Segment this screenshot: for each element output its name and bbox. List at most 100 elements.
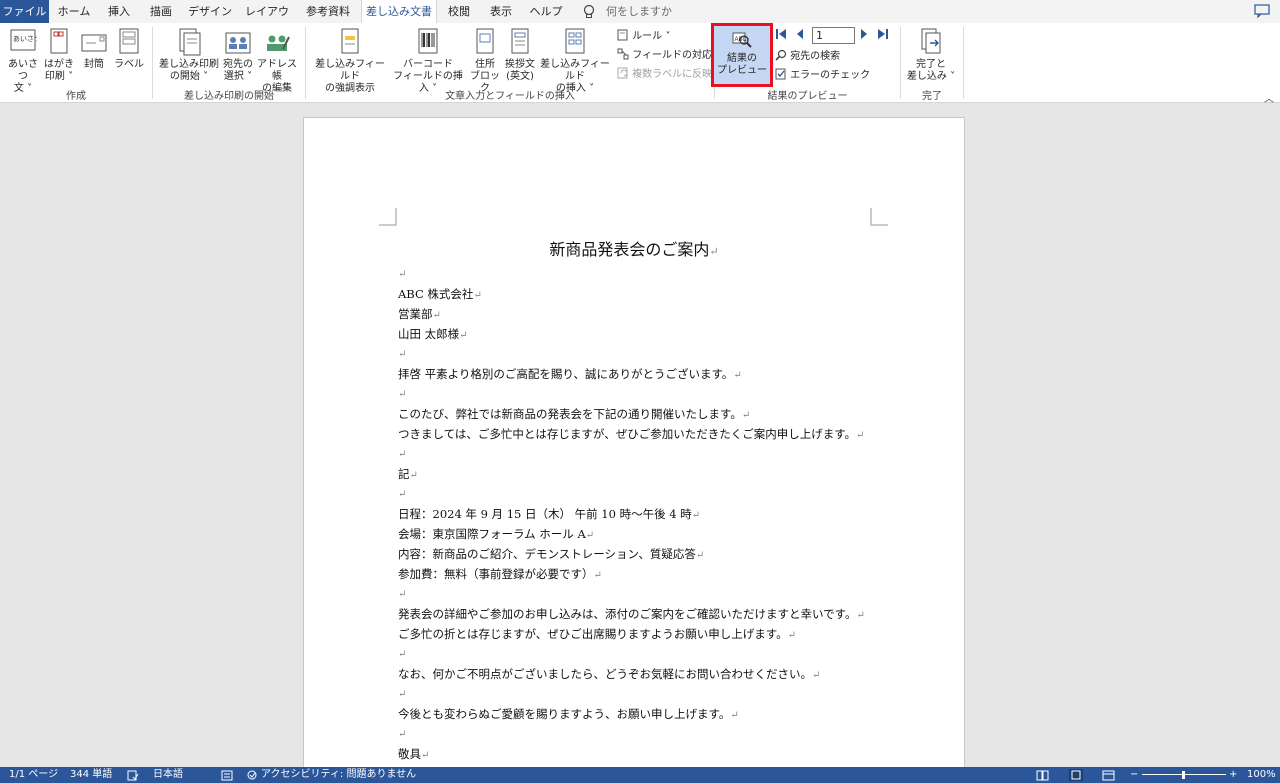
document-title: 新商品発表会のご案内↵ bbox=[549, 240, 719, 259]
crop-mark-right bbox=[870, 208, 888, 226]
select-recipients-button[interactable]: 宛先の 選択 ˅ bbox=[220, 27, 256, 83]
insert-merge-field-button[interactable]: 差し込みフィールド の挿入 ˅ bbox=[537, 27, 613, 95]
preview-results-button[interactable]: ABC 結果の プレビュー bbox=[711, 23, 773, 87]
highlight-merge-fields-button[interactable]: 差し込みフィールド の強調表示 bbox=[311, 27, 389, 95]
document-page[interactable]: 新商品発表会のご案内↵ ↵ ABC 株式会社↵ 営業部↵ 山田 太郎様↵ ↵ 拝啓 平素よ… bbox=[303, 117, 965, 767]
match-fields-button[interactable]: フィールドの対応 bbox=[617, 48, 712, 63]
paragraph-mark: ↵ bbox=[856, 430, 865, 441]
word-count[interactable]: 344 単語 bbox=[70, 767, 112, 783]
tab-insert[interactable]: 挿入 bbox=[99, 0, 139, 23]
print-layout-icon[interactable] bbox=[1069, 769, 1083, 781]
preview-label-2: プレビュー bbox=[717, 65, 767, 76]
paragraph-mark: ↵ bbox=[733, 370, 742, 381]
document-area[interactable]: 新商品発表会のご案内↵ ↵ ABC 株式会社↵ 営業部↵ 山田 太郎様↵ ↵ 拝啓 平素よ… bbox=[0, 103, 1280, 767]
last-record-icon[interactable] bbox=[877, 28, 889, 40]
paragraph-mark: ↵ bbox=[585, 530, 595, 541]
paragraph-mark: ↵ bbox=[730, 710, 739, 721]
proofing-icon[interactable] bbox=[127, 770, 139, 781]
previous-record-icon[interactable] bbox=[795, 28, 805, 40]
read-mode-icon[interactable] bbox=[1036, 770, 1049, 781]
comment-icon[interactable] bbox=[1254, 4, 1270, 18]
tab-review[interactable]: 校閲 bbox=[441, 0, 477, 23]
postcard-label-2: 印刷 ˅ bbox=[44, 71, 74, 82]
group-label-write: 文章入力とフィールドの挿入 bbox=[445, 91, 575, 102]
match-fields-label: フィールドの対応 bbox=[632, 50, 712, 61]
zoom-level[interactable]: 100% bbox=[1247, 767, 1276, 783]
document-line: 敬具↵ bbox=[398, 747, 430, 761]
paragraph-mark: ↵ bbox=[421, 750, 430, 761]
envelope-icon bbox=[81, 34, 107, 52]
web-layout-icon[interactable] bbox=[1102, 770, 1115, 781]
page-count[interactable]: 1/1 ページ bbox=[9, 767, 58, 783]
status-bar: 1/1 ページ 344 単語 日本語 アクセシビリティ: 問題ありません − +… bbox=[0, 767, 1280, 783]
tab-layout[interactable]: レイアウト bbox=[240, 0, 294, 41]
language-indicator[interactable]: 日本語 bbox=[153, 767, 183, 783]
edit-recipient-list-button[interactable]: アドレス帳 の編集 bbox=[256, 27, 298, 95]
paragraph-mark: ↵ bbox=[398, 689, 407, 700]
document-line: ↵ bbox=[398, 266, 406, 280]
record-number-input[interactable]: 1 bbox=[812, 27, 855, 44]
greeting-label-1: あいさつ bbox=[8, 59, 38, 82]
document-line: 会場：東京国際フォーラム ホール A↵ bbox=[398, 527, 595, 541]
paragraph-mark: ↵ bbox=[787, 630, 797, 641]
find-recipient-label: 宛先の検索 bbox=[790, 51, 841, 62]
labels-button[interactable]: ラベル bbox=[112, 27, 146, 71]
tab-help[interactable]: ヘルプ bbox=[526, 0, 566, 23]
check-errors-button[interactable]: エラーのチェック bbox=[775, 68, 870, 83]
greeting-button[interactable]: あいさつ あいさつ 文 ˅ bbox=[4, 27, 42, 95]
paragraph-mark: ↵ bbox=[398, 349, 407, 360]
postcard-print-button[interactable]: はがき 印刷 ˅ bbox=[42, 27, 76, 83]
rules-label: ルール ˅ bbox=[632, 31, 671, 42]
envelope-button[interactable]: 封筒 bbox=[76, 27, 112, 71]
address-block-label-1: 住所 bbox=[475, 59, 495, 70]
update-labels-button[interactable]: 複数ラベルに反映 bbox=[617, 67, 712, 82]
rules-icon bbox=[617, 29, 628, 41]
ribbon-tab-bar: ファイル ホーム 挿入 描画 デザイン レイアウト 参考資料 差し込み文書 校閲… bbox=[0, 0, 1280, 41]
insert-field-label-1: 差し込みフィールド bbox=[540, 59, 610, 82]
accessibility-icon[interactable] bbox=[246, 770, 258, 781]
tell-me-search[interactable]: 何をしますか bbox=[606, 0, 672, 23]
document-line: ↵ bbox=[398, 726, 406, 740]
tab-draw[interactable]: 描画 bbox=[143, 0, 179, 23]
zoom-in-button[interactable]: + bbox=[1229, 767, 1237, 783]
next-record-icon[interactable] bbox=[859, 28, 869, 40]
address-block-button[interactable]: 住所 ブロック bbox=[467, 27, 503, 95]
start-mail-merge-button[interactable]: 差し込み印刷 の開始 ˅ bbox=[158, 27, 220, 83]
zoom-slider-thumb[interactable] bbox=[1182, 771, 1185, 779]
document-line: ↵ bbox=[398, 346, 406, 360]
document-line: ABC 株式会社↵ bbox=[398, 287, 482, 301]
document-line: 拝啓 平素より格別のご高配を賜り、誠にありがとうございます。↵ bbox=[398, 367, 742, 381]
accessibility-status[interactable]: アクセシビリティ: 問題ありません bbox=[261, 767, 416, 783]
paragraph-mark: ↵ bbox=[398, 589, 407, 600]
select-recipients-label-1: 宛先の bbox=[223, 59, 253, 70]
tab-view[interactable]: 表示 bbox=[483, 0, 519, 23]
tab-references[interactable]: 参考資料 bbox=[300, 0, 356, 23]
document-line: 山田 太郎様↵ bbox=[398, 327, 468, 341]
first-record-icon[interactable] bbox=[775, 28, 787, 40]
highlight-fields-icon bbox=[341, 28, 359, 54]
tab-mailings[interactable]: 差し込み文書 bbox=[361, 0, 437, 24]
paragraph-mark: ↵ bbox=[398, 389, 407, 400]
tab-home[interactable]: ホーム bbox=[54, 0, 94, 23]
paragraph-mark: ↵ bbox=[432, 310, 441, 321]
start-merge-label-1: 差し込み印刷 bbox=[159, 59, 219, 70]
tab-file[interactable]: ファイル bbox=[0, 0, 49, 23]
paragraph-mark: ↵ bbox=[856, 610, 865, 621]
finish-merge-button[interactable]: 完了と 差し込み ˅ bbox=[904, 27, 958, 83]
tab-design[interactable]: デザイン bbox=[185, 0, 235, 23]
greeting-line-label-2: (英文) bbox=[506, 71, 534, 82]
paragraph-mark: ↵ bbox=[593, 570, 602, 581]
start-merge-label-2: の開始 ˅ bbox=[169, 71, 209, 82]
find-recipient-icon bbox=[775, 49, 787, 61]
greeting-line-button[interactable]: 挨拶文 (英文) bbox=[503, 27, 537, 83]
document-line: ↵ bbox=[398, 586, 406, 600]
document-line: つきましては、ご多忙中とは存じますが、ぜひご参加いただきたくご案内申し上げます。… bbox=[398, 427, 865, 441]
highlight-label-1: 差し込みフィールド bbox=[315, 59, 385, 82]
paragraph-mark: ↵ bbox=[398, 269, 407, 280]
find-recipient-button[interactable]: 宛先の検索 bbox=[775, 49, 840, 64]
insert-barcode-field-button[interactable]: バーコード フィールドの挿入 ˅ bbox=[389, 27, 467, 95]
finish-label-1: 完了と bbox=[916, 59, 946, 70]
rules-button[interactable]: ルール ˅ bbox=[617, 29, 670, 44]
zoom-out-button[interactable]: − bbox=[1130, 767, 1138, 783]
macro-icon[interactable] bbox=[221, 770, 233, 781]
